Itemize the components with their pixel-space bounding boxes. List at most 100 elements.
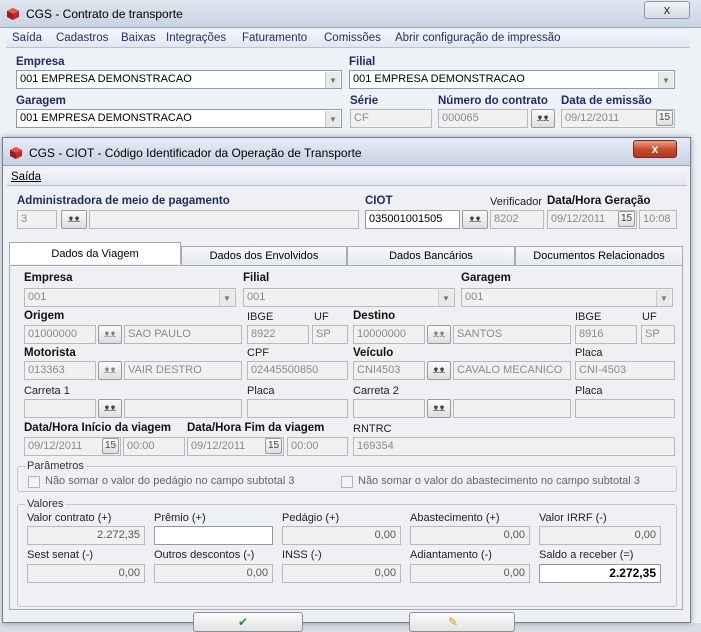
uf-destino-field[interactable]: SP bbox=[641, 325, 675, 344]
veiculo-name[interactable]: CAVALO MECANICO bbox=[453, 361, 571, 380]
tab-dados-envolvidos[interactable]: Dados dos Envolvidos bbox=[181, 246, 347, 265]
outros-field[interactable]: 0,00 bbox=[154, 564, 273, 583]
geracao-label: Data/Hora Geração bbox=[547, 195, 651, 207]
viagem-garagem-value: 001 bbox=[465, 291, 484, 303]
binoculars-icon[interactable]: ᴥᴥ bbox=[427, 399, 451, 418]
main-close-button[interactable]: x bbox=[644, 1, 690, 19]
geracao-date[interactable]: 09/12/2011 15 bbox=[547, 210, 637, 229]
placa1-field[interactable] bbox=[247, 399, 348, 418]
viagem-garagem-label: Garagem bbox=[461, 272, 511, 284]
sest-field[interactable]: 0,00 bbox=[27, 564, 145, 583]
ciot-field[interactable]: 035001001505 bbox=[365, 210, 460, 229]
chevron-down-icon[interactable]: ▼ bbox=[325, 111, 340, 127]
destino-name[interactable]: SANTOS bbox=[453, 325, 571, 344]
menu-baixas[interactable]: Baixas bbox=[121, 32, 156, 44]
calendar-icon[interactable]: 15 bbox=[102, 438, 119, 454]
ibge-origem-field[interactable]: 8922 bbox=[247, 325, 309, 344]
chevron-down-icon[interactable]: ▼ bbox=[656, 290, 671, 306]
dialog-menu-saida[interactable]: Saída bbox=[11, 171, 41, 183]
adiantamento-label: Adiantamento (-) bbox=[410, 549, 492, 561]
saldo-field[interactable]: 2.272,35 bbox=[539, 564, 661, 583]
origem-name[interactable]: SAO PAULO bbox=[124, 325, 242, 344]
viagem-empresa-select[interactable]: 001 ▼ bbox=[24, 288, 236, 307]
administradora-name[interactable] bbox=[89, 210, 359, 229]
confirm-button[interactable]: ✔ bbox=[193, 612, 303, 632]
data-emissao-field[interactable]: 09/12/2011 15 bbox=[561, 109, 675, 128]
inicio-date[interactable]: 09/12/2011 15 bbox=[24, 437, 121, 456]
motorista-code[interactable]: 013363 bbox=[24, 361, 96, 380]
veiculo-code[interactable]: CNI4503 bbox=[353, 361, 425, 380]
binoculars-icon[interactable]: ᴥᴥ bbox=[427, 361, 451, 380]
geracao-date-value: 09/12/2011 bbox=[551, 213, 606, 225]
tab-documentos-relacionados[interactable]: Documentos Relacionados bbox=[515, 246, 683, 265]
placa2-field[interactable] bbox=[575, 399, 675, 418]
chevron-down-icon[interactable]: ▼ bbox=[658, 72, 673, 88]
ibge-destino-field[interactable]: 8916 bbox=[575, 325, 637, 344]
abastecimento-field[interactable]: 0,00 bbox=[410, 526, 530, 545]
carreta1-code[interactable] bbox=[24, 399, 96, 418]
tab-dados-viagem[interactable]: Dados da Viagem bbox=[9, 242, 181, 264]
fim-date[interactable]: 09/12/2011 15 bbox=[187, 437, 284, 456]
valor-contrato-field[interactable]: 2.272,35 bbox=[27, 526, 145, 545]
filial-select[interactable]: 001 EMPRESA DEMONSTRACAO ▼ bbox=[349, 70, 675, 89]
verificador-field[interactable]: 8202 bbox=[490, 210, 544, 229]
saldo-label: Saldo a receber (=) bbox=[539, 549, 634, 561]
pedagio-field[interactable]: 0,00 bbox=[282, 526, 401, 545]
inss-field[interactable]: 0,00 bbox=[282, 564, 401, 583]
inicio-time[interactable]: 00:00 bbox=[123, 437, 185, 456]
fim-time[interactable]: 00:00 bbox=[287, 437, 348, 456]
pedagio-checkbox[interactable] bbox=[28, 476, 40, 488]
origem-code[interactable]: 01000000 bbox=[24, 325, 96, 344]
administradora-code[interactable]: 3 bbox=[17, 210, 57, 229]
binoculars-icon[interactable]: ᴥᴥ bbox=[531, 109, 555, 128]
premio-field[interactable] bbox=[154, 526, 273, 545]
cpf-label: CPF bbox=[247, 347, 269, 359]
calendar-icon[interactable]: 15 bbox=[618, 211, 635, 227]
uf-origem-field[interactable]: SP bbox=[312, 325, 348, 344]
viagem-garagem-select[interactable]: 001 ▼ bbox=[461, 288, 673, 307]
menu-cadastros[interactable]: Cadastros bbox=[56, 32, 108, 44]
calendar-icon[interactable]: 15 bbox=[265, 438, 282, 454]
geracao-time[interactable]: 10:08 bbox=[639, 210, 677, 229]
chevron-down-icon[interactable]: ▼ bbox=[219, 290, 234, 306]
chevron-down-icon[interactable]: ▼ bbox=[438, 290, 453, 306]
carreta1-name[interactable] bbox=[124, 399, 242, 418]
cancel-button[interactable]: ✎ bbox=[409, 612, 515, 632]
binoculars-icon[interactable]: ᴥᴥ bbox=[427, 325, 451, 344]
dialog-title: CGS - CIOT - Código Identificador da Ope… bbox=[29, 146, 362, 160]
filial-label: Filial bbox=[349, 56, 376, 68]
tab-dados-bancarios[interactable]: Dados Bancários bbox=[347, 246, 515, 265]
irrf-field[interactable]: 0,00 bbox=[539, 526, 661, 545]
garagem-select[interactable]: 001 EMPRESA DEMONSTRACAO ▼ bbox=[16, 109, 342, 128]
motorista-name[interactable]: VAIR DESTRO bbox=[124, 361, 242, 380]
menu-faturamento[interactable]: Faturamento bbox=[242, 32, 307, 44]
serie-field[interactable]: CF bbox=[350, 109, 432, 128]
menu-comissoes[interactable]: Comissões bbox=[324, 32, 381, 44]
binoculars-icon[interactable]: ᴥᴥ bbox=[61, 210, 87, 229]
pedagio-checkbox-label: Não somar o valor do pedágio no campo su… bbox=[45, 475, 295, 487]
destino-code[interactable]: 10000000 bbox=[353, 325, 425, 344]
binoculars-icon[interactable]: ᴥᴥ bbox=[98, 399, 122, 418]
chevron-down-icon[interactable]: ▼ bbox=[325, 72, 340, 88]
carreta2-name[interactable] bbox=[453, 399, 571, 418]
menu-integracoes[interactable]: Integrações bbox=[166, 32, 226, 44]
cpf-field[interactable]: 02445500850 bbox=[247, 361, 348, 380]
menu-config-impressao[interactable]: Abrir configuração de impressão bbox=[395, 32, 561, 44]
empresa-select[interactable]: 001 EMPRESA DEMONSTRACAO ▼ bbox=[16, 70, 342, 89]
binoculars-icon[interactable]: ᴥᴥ bbox=[98, 325, 122, 344]
binoculars-icon[interactable]: ᴥᴥ bbox=[98, 361, 122, 380]
filial-value: 001 EMPRESA DEMONSTRACAO bbox=[353, 73, 525, 85]
rntrc-field[interactable]: 169354 bbox=[353, 437, 675, 456]
binoculars-icon[interactable]: ᴥᴥ bbox=[462, 210, 488, 229]
calendar-icon[interactable]: 15 bbox=[656, 110, 673, 126]
menu-saida[interactable]: Saída bbox=[12, 32, 42, 44]
carreta2-code[interactable] bbox=[353, 399, 425, 418]
app-logo-icon bbox=[10, 147, 22, 159]
abastecimento-checkbox[interactable] bbox=[341, 476, 353, 488]
dialog-close-button[interactable]: x bbox=[633, 140, 677, 158]
placa-field[interactable]: CNI-4503 bbox=[575, 361, 675, 380]
valores-title: Valores bbox=[25, 498, 66, 510]
numero-contrato-field[interactable]: 000065 bbox=[438, 109, 528, 128]
viagem-filial-select[interactable]: 001 ▼ bbox=[243, 288, 455, 307]
adiantamento-field[interactable]: 0,00 bbox=[410, 564, 530, 583]
